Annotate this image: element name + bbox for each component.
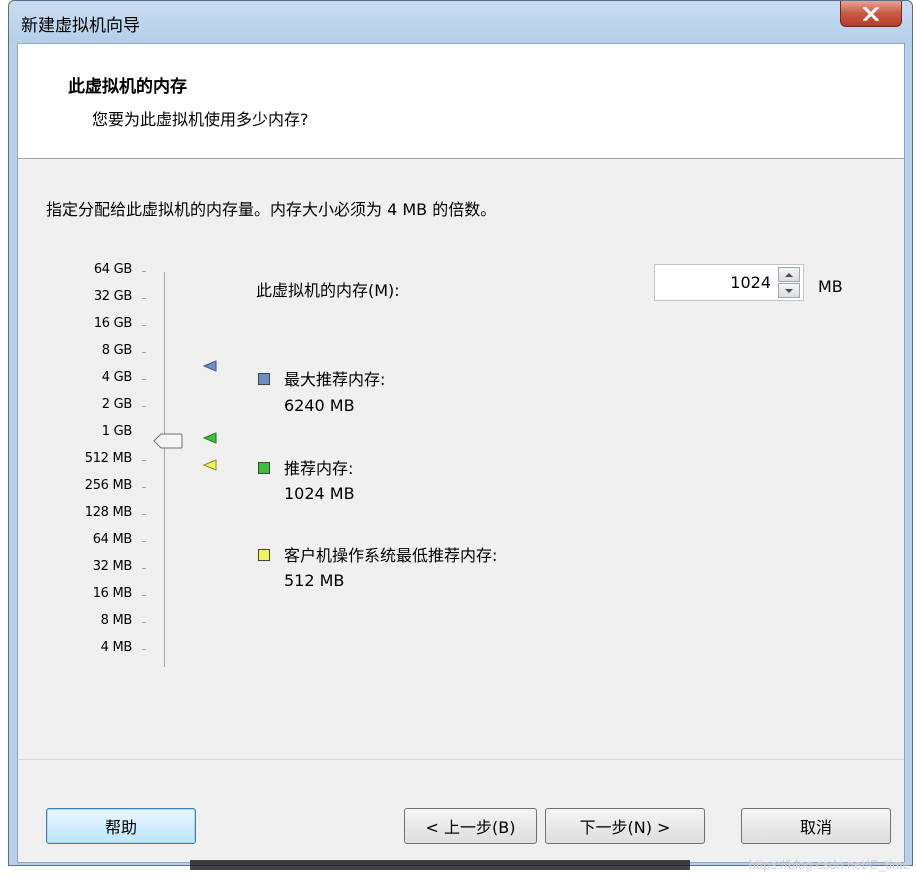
spin-down-button[interactable] (778, 283, 800, 298)
cancel-button[interactable]: 取消 (741, 808, 891, 844)
scale-label: 32 GB (93, 289, 132, 304)
memory-input[interactable] (655, 265, 775, 300)
scale-tick (142, 622, 146, 623)
legend-recommended-value: 1024 MB (284, 484, 355, 503)
spin-up-button[interactable] (778, 267, 800, 282)
scale-label: 4 MB (100, 640, 133, 655)
guest-min-marker-icon (203, 459, 217, 471)
memory-spinbox[interactable] (654, 264, 804, 301)
legend-max-value: 6240 MB (284, 396, 355, 415)
scale-tick (142, 325, 146, 326)
guest-min-swatch-icon (258, 549, 270, 561)
memory-label: 此虚拟机的内存(M): (256, 281, 400, 300)
close-icon (863, 6, 879, 21)
scale-label: 8 GB (101, 343, 133, 358)
back-button[interactable]: < 上一步(B) (404, 808, 537, 844)
scale-label: 128 MB (84, 505, 133, 520)
scale-tick (142, 595, 146, 596)
window-shadow (190, 860, 690, 870)
slider-track[interactable] (164, 272, 165, 667)
instruction-text: 指定分配给此虚拟机的内存量。内存大小必须为 4 MB 的倍数。 (46, 200, 497, 219)
chevron-up-icon (785, 272, 793, 277)
legend-recommended-title: 推荐内存: (284, 459, 354, 478)
scale-label: 64 MB (92, 532, 133, 547)
slider-thumb[interactable] (153, 433, 183, 449)
legend-max-title: 最大推荐内存: (284, 370, 386, 389)
scale-label: 8 MB (100, 613, 133, 628)
scale-tick (142, 406, 146, 407)
scale-tick (142, 460, 146, 461)
scale-tick (142, 514, 146, 515)
max-recommended-marker-icon (203, 360, 217, 372)
scale-tick (142, 649, 146, 650)
title-bar[interactable]: 新建虚拟机向导 (9, 1, 912, 43)
watermark: https://blog.csdn.net/C_time (748, 857, 910, 872)
scale-tick (142, 298, 146, 299)
scale-label: 4 GB (101, 370, 133, 385)
scale-label: 1 GB (101, 424, 133, 439)
scale-tick (142, 568, 146, 569)
scale-label: 64 GB (93, 262, 132, 277)
scale-label: 16 GB (93, 316, 132, 331)
page-subtitle: 您要为此虚拟机使用多少内存? (92, 110, 309, 129)
scale-label: 2 GB (101, 397, 133, 412)
scale-tick (142, 271, 146, 272)
memory-unit: MB (818, 277, 843, 296)
recommended-swatch-icon (258, 462, 270, 474)
page-title: 此虚拟机的内存 (68, 77, 187, 97)
scale-tick (142, 541, 146, 542)
chevron-down-icon (785, 288, 793, 293)
window-title: 新建虚拟机向导 (21, 16, 140, 36)
help-button[interactable]: 帮助 (46, 808, 196, 844)
scale-label: 256 MB (84, 478, 133, 493)
dialog-content: 此虚拟机的内存 您要为此虚拟机使用多少内存? 指定分配给此虚拟机的内存量。内存大… (17, 43, 905, 863)
footer-divider (18, 759, 904, 760)
wizard-window: 新建虚拟机向导 此虚拟机的内存 您要为此虚拟机使用多少内存? 指定分配给此虚拟机… (8, 0, 913, 866)
close-button[interactable] (840, 1, 902, 27)
recommended-marker-icon (203, 432, 217, 444)
scale-tick (142, 487, 146, 488)
scale-label: 16 MB (92, 586, 133, 601)
next-button[interactable]: 下一步(N) > (545, 808, 705, 844)
max-swatch-icon (258, 373, 270, 385)
scale-tick (142, 352, 146, 353)
legend-guest-min-title: 客户机操作系统最低推荐内存: (284, 546, 498, 565)
page-header: 此虚拟机的内存 您要为此虚拟机使用多少内存? (18, 44, 904, 159)
scale-label: 32 MB (92, 559, 133, 574)
legend-guest-min-value: 512 MB (284, 571, 345, 590)
scale-tick (142, 379, 146, 380)
scale-label: 512 MB (84, 451, 133, 466)
